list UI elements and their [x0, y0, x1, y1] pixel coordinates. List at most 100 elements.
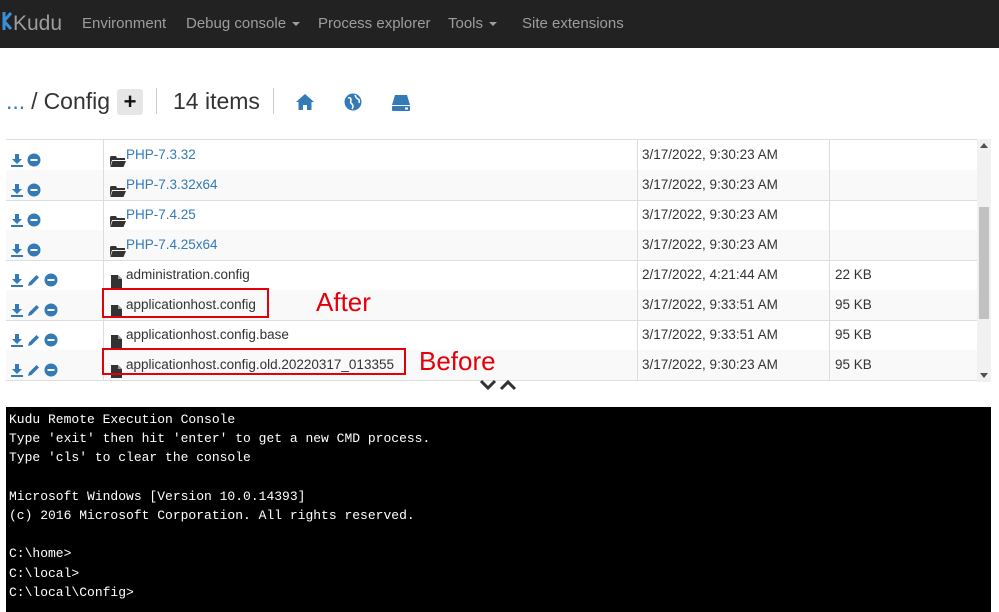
modified-cell: 3/17/2022, 9:30:23 AM	[637, 140, 829, 170]
item-count: 14 items	[173, 87, 260, 114]
console-line: C:\local>	[9, 566, 80, 581]
modified-cell: 3/17/2022, 9:33:51 AM	[637, 320, 829, 350]
file-icon	[111, 329, 125, 348]
row-actions	[6, 170, 102, 200]
download-icon[interactable]	[10, 328, 24, 347]
breadcrumb-parent-link[interactable]: ...	[6, 88, 25, 115]
table-row[interactable]: administration.config 2/17/2022, 4:21:44…	[6, 260, 977, 291]
console-line: C:\home>	[9, 546, 72, 561]
folder-open-icon	[110, 179, 126, 197]
modified-cell: 2/17/2022, 4:21:44 AM	[637, 260, 829, 290]
edit-pencil-icon[interactable]	[27, 358, 41, 376]
top-navbar: Kudu Environment Debug console Process e…	[0, 0, 999, 48]
download-icon[interactable]	[10, 238, 24, 257]
size-cell	[829, 200, 977, 230]
breadcrumb: ... / Config	[6, 84, 110, 118]
annotation-after: After	[316, 287, 371, 317]
breadcrumb-current: Config	[43, 87, 111, 114]
kudu-logo-icon	[2, 10, 13, 38]
edit-pencil-icon[interactable]	[27, 298, 41, 316]
download-icon[interactable]	[10, 148, 24, 167]
file-name-cell: applicationhost.config.base	[103, 320, 637, 350]
edit-pencil-icon[interactable]	[27, 328, 41, 346]
remote-execution-console[interactable]: Kudu Remote Execution Console Type 'exit…	[6, 407, 991, 612]
download-icon[interactable]	[10, 268, 24, 287]
row-actions	[6, 140, 102, 170]
nav-tools[interactable]: Tools	[448, 0, 498, 48]
folder-name-link[interactable]: PHP-7.4.25x64	[126, 230, 218, 260]
pane-resize-toggle[interactable]	[479, 378, 520, 392]
delete-icon[interactable]	[44, 268, 58, 287]
console-line: Kudu Remote Execution Console	[9, 412, 236, 427]
console-line: Microsoft Windows [Version 10.0.14393]	[9, 489, 306, 504]
row-actions	[6, 260, 102, 290]
delete-icon[interactable]	[27, 148, 41, 167]
delete-icon[interactable]	[27, 208, 41, 227]
console-line: (c) 2016 Microsoft Corporation. All righ…	[9, 508, 415, 523]
size-cell: 95 KB	[829, 290, 977, 320]
delete-icon[interactable]	[27, 238, 41, 257]
table-row[interactable]: PHP-7.3.32 3/17/2022, 9:30:23 AM	[6, 140, 977, 171]
row-actions	[6, 230, 102, 260]
download-icon[interactable]	[10, 178, 24, 197]
folder-open-icon	[110, 239, 126, 257]
row-actions	[6, 350, 102, 380]
highlight-box-after	[102, 288, 269, 318]
table-row[interactable]: PHP-7.4.25 3/17/2022, 9:30:23 AM	[6, 200, 977, 231]
scroll-down-arrow-icon[interactable]	[980, 373, 988, 378]
annotation-before: Before	[419, 346, 496, 376]
nav-site-extensions[interactable]: Site extensions	[522, 0, 624, 48]
row-actions	[6, 290, 102, 320]
file-name-link[interactable]: administration.config	[126, 260, 250, 290]
chevron-up-icon	[499, 379, 517, 391]
folder-name-link[interactable]: PHP-7.4.25	[126, 200, 196, 230]
console-prompt[interactable]: C:\local\Config>	[9, 583, 134, 602]
file-icon	[111, 269, 125, 288]
download-icon[interactable]	[10, 208, 24, 227]
caret-down-icon	[489, 22, 498, 27]
file-name-link[interactable]: applicationhost.config.base	[126, 320, 289, 350]
drive-icon[interactable]	[390, 91, 412, 113]
caret-down-icon	[292, 22, 301, 27]
highlight-box-before	[102, 348, 406, 375]
folder-open-icon	[110, 209, 126, 227]
file-name-cell: PHP-7.3.32x64	[103, 170, 637, 200]
scroll-thumb[interactable]	[979, 207, 989, 319]
folder-open-icon	[110, 149, 126, 167]
table-row[interactable]: PHP-7.4.25x64 3/17/2022, 9:30:23 AM	[6, 230, 977, 261]
row-actions	[6, 200, 102, 230]
edit-pencil-icon[interactable]	[27, 268, 41, 286]
delete-icon[interactable]	[44, 298, 58, 317]
brand-logo[interactable]: Kudu	[2, 9, 62, 39]
nav-debug-console[interactable]: Debug console	[186, 0, 301, 48]
console-line: Type 'exit' then hit 'enter' to get a ne…	[9, 431, 431, 446]
add-new-button[interactable]: +	[117, 89, 143, 115]
file-name-cell: PHP-7.3.32	[103, 140, 637, 170]
nav-process-explorer[interactable]: Process explorer	[318, 0, 431, 48]
file-name-cell: administration.config	[103, 260, 637, 290]
breadcrumb-separator: /	[31, 87, 38, 114]
nav-environment[interactable]: Environment	[82, 0, 166, 48]
divider	[273, 88, 274, 114]
table-scrollbar[interactable]	[977, 139, 991, 382]
delete-icon[interactable]	[44, 328, 58, 347]
brand-name: Kudu	[13, 12, 63, 35]
home-icon[interactable]	[294, 91, 316, 113]
size-cell	[829, 170, 977, 200]
size-cell: 95 KB	[829, 320, 977, 350]
modified-cell: 3/17/2022, 9:30:23 AM	[637, 350, 829, 380]
download-icon[interactable]	[10, 358, 24, 377]
folder-name-link[interactable]: PHP-7.3.32x64	[126, 170, 218, 200]
modified-cell: 3/17/2022, 9:30:23 AM	[637, 170, 829, 200]
delete-icon[interactable]	[27, 178, 41, 197]
download-icon[interactable]	[10, 298, 24, 317]
table-row[interactable]: PHP-7.3.32x64 3/17/2022, 9:30:23 AM	[6, 170, 977, 201]
globe-icon[interactable]	[342, 91, 364, 113]
file-name-cell: PHP-7.4.25x64	[103, 230, 637, 260]
folder-name-link[interactable]: PHP-7.3.32	[126, 140, 196, 170]
row-actions	[6, 320, 102, 350]
delete-icon[interactable]	[44, 358, 58, 377]
console-line: Type 'cls' to clear the console	[9, 450, 251, 465]
scroll-up-arrow-icon[interactable]	[980, 143, 988, 148]
file-name-cell: PHP-7.4.25	[103, 200, 637, 230]
